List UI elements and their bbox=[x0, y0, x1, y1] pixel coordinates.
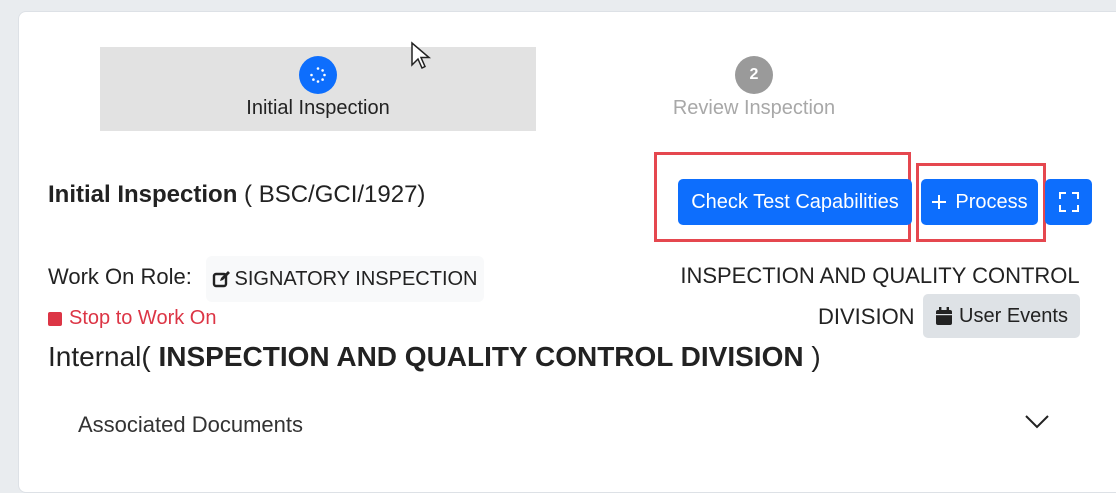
mouse-cursor-icon bbox=[411, 41, 432, 70]
page-title-text: Initial Inspection bbox=[48, 181, 238, 208]
step-number: 2 bbox=[735, 56, 773, 94]
step-initial-inspection[interactable]: Initial Inspection bbox=[100, 47, 536, 131]
internal-division-name: INSPECTION AND QUALITY CONTROL DIVISION bbox=[150, 341, 812, 372]
fullscreen-icon bbox=[1058, 192, 1079, 212]
check-test-capabilities-button[interactable]: Check Test Capabilities bbox=[678, 179, 912, 225]
internal-division-heading: Internal( INSPECTION AND QUALITY CONTROL… bbox=[48, 341, 821, 373]
process-label: Process bbox=[955, 190, 1028, 213]
division-name-line2: DIVISION bbox=[818, 304, 915, 329]
chevron-down-icon bbox=[1025, 415, 1049, 429]
stop-icon bbox=[48, 311, 62, 326]
role-value: SIGNATORY INSPECTION bbox=[234, 267, 478, 290]
stop-label: Stop to Work On bbox=[69, 307, 217, 329]
associated-documents-accordion[interactable]: Associated Documents bbox=[60, 398, 1080, 456]
process-button[interactable]: Process bbox=[921, 179, 1038, 225]
edit-icon bbox=[213, 271, 231, 288]
stepper: Initial Inspection 2 Review Inspection bbox=[100, 47, 972, 131]
user-events-label: User Events bbox=[959, 304, 1068, 327]
plus-icon bbox=[932, 195, 947, 209]
step-label: Review Inspection bbox=[672, 97, 836, 119]
calendar-icon bbox=[936, 307, 953, 325]
fullscreen-button[interactable] bbox=[1045, 179, 1092, 225]
accordion-title: Associated Documents bbox=[78, 412, 303, 437]
step-label: Initial Inspection bbox=[246, 97, 390, 119]
page-title: Initial Inspection ( BSC/GCI/1927) bbox=[48, 181, 425, 209]
internal-suffix: ) bbox=[811, 341, 821, 372]
loading-spinner-icon bbox=[299, 56, 337, 94]
internal-prefix: Internal( bbox=[48, 341, 151, 372]
stop-to-work-on-link[interactable]: Stop to Work On bbox=[48, 307, 216, 330]
role-badge[interactable]: SIGNATORY INSPECTION bbox=[206, 256, 484, 302]
user-events-button[interactable]: User Events bbox=[923, 294, 1080, 338]
step-review-inspection[interactable]: 2 Review Inspection bbox=[536, 47, 972, 131]
check-test-capabilities-label: Check Test Capabilities bbox=[691, 190, 899, 213]
division-name-line1: INSPECTION AND QUALITY CONTROL bbox=[680, 263, 1080, 288]
inspection-code: ( BSC/GCI/1927) bbox=[237, 181, 426, 208]
work-on-role-label: Work On Role: bbox=[48, 264, 192, 289]
